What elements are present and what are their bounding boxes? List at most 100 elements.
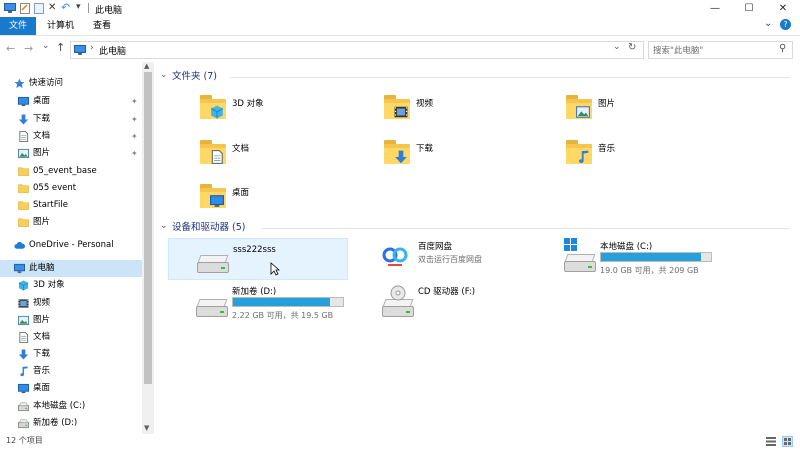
sidebar-item[interactable]: 快速访问 xyxy=(0,75,142,92)
drive-label: 新加卷 (D:) xyxy=(232,287,277,297)
drive-tile[interactable]: sss222sss xyxy=(168,238,348,280)
back-button[interactable]: ← xyxy=(6,42,15,55)
sidebar-item-label: 文档 xyxy=(33,131,51,141)
sidebar-item[interactable]: 本地磁盘 (C:) xyxy=(0,398,142,415)
folders-group-header[interactable]: 文件夹 (7) xyxy=(172,70,217,84)
forward-button[interactable]: → xyxy=(24,42,33,55)
folder-tile[interactable]: 图片 xyxy=(566,93,716,125)
pin-icon[interactable]: ✦ xyxy=(131,93,138,110)
sidebar-item-label: 图片 xyxy=(33,315,51,325)
drive-usage-bar xyxy=(232,297,344,307)
folder-tile[interactable]: 下载 xyxy=(384,138,534,170)
address-bar[interactable]: › 此电脑 ⌄ ↻ xyxy=(70,41,644,59)
sidebar-item[interactable]: 视频 xyxy=(0,295,142,312)
sidebar-item-label: StartFile xyxy=(33,200,68,210)
sidebar-item-label: 下载 xyxy=(33,114,51,124)
cube-icon xyxy=(18,280,29,291)
qat-dropdown-icon[interactable]: ▾ xyxy=(76,2,81,12)
desktop-icon xyxy=(210,194,224,211)
sidebar-item[interactable]: 文档 xyxy=(0,329,142,346)
item-count: 12 个项目 xyxy=(6,436,43,445)
sidebar-item[interactable]: 3D 对象 xyxy=(0,277,142,294)
help-icon[interactable]: ? xyxy=(780,19,791,30)
tab-view[interactable]: 查看 xyxy=(86,17,118,35)
group-collapse-icon[interactable]: ⌄ xyxy=(160,70,168,80)
document-icon xyxy=(18,131,29,142)
folder-label: 音乐 xyxy=(598,144,616,154)
tab-computer[interactable]: 计算机 xyxy=(40,17,81,35)
picture-icon xyxy=(18,315,29,326)
sidebar-item[interactable]: 桌面 xyxy=(0,380,142,397)
properties-icon[interactable] xyxy=(20,3,30,17)
refresh-icon[interactable]: ↻ xyxy=(628,42,636,53)
sidebar-item[interactable]: 图片 ✦ xyxy=(0,145,142,162)
details-view-icon[interactable] xyxy=(766,437,776,451)
address-dropdown-icon[interactable]: ⌄ xyxy=(613,42,621,52)
sidebar-item[interactable]: 新加卷 (D:) xyxy=(0,415,142,432)
download-icon xyxy=(18,114,29,125)
drive-tile[interactable]: CD 驱动器 (F:) xyxy=(382,283,542,323)
folder-label: 视频 xyxy=(416,99,434,109)
folder-icon xyxy=(18,183,29,194)
window-title: 此电脑 xyxy=(95,6,123,16)
group-collapse-icon[interactable]: ⌄ xyxy=(160,221,168,231)
folder-tile[interactable]: 桌面 xyxy=(200,182,350,214)
tab-file[interactable]: 文件 xyxy=(0,17,37,35)
close-button[interactable]: ✕ xyxy=(768,0,798,17)
sidebar-item[interactable]: 055 event xyxy=(0,180,142,197)
sidebar-item[interactable]: 下载 xyxy=(0,346,142,363)
tiles-view-icon[interactable] xyxy=(782,436,793,447)
folder-tile[interactable]: 文档 xyxy=(200,138,350,170)
new-file-icon[interactable] xyxy=(34,3,44,17)
sidebar-item-label: 3D 对象 xyxy=(33,280,65,290)
sidebar-item[interactable]: OneDrive - Personal xyxy=(0,237,142,254)
sidebar-item-label: 图片 xyxy=(33,148,51,158)
sidebar-item[interactable]: StartFile xyxy=(0,197,142,214)
drive-label: 百度网盘 xyxy=(418,242,453,252)
minimize-button[interactable]: — xyxy=(700,0,730,17)
sidebar-item[interactable]: 文档 ✦ xyxy=(0,128,142,145)
drive-tile[interactable]: 新加卷 (D:) 2.22 GB 可用，共 19.5 GB xyxy=(196,283,356,323)
drive-icon xyxy=(18,401,29,412)
sidebar-item[interactable]: 音乐 xyxy=(0,363,142,380)
delete-icon[interactable]: ✕ xyxy=(48,2,56,13)
search-icon[interactable]: ⚲ xyxy=(779,43,786,54)
breadcrumb-separator[interactable]: › xyxy=(90,43,94,53)
desktop-icon xyxy=(18,96,29,107)
sidebar-item[interactable]: 此电脑 xyxy=(0,260,142,277)
folder-icon xyxy=(18,166,29,177)
folder-icon xyxy=(18,200,29,211)
music-icon xyxy=(576,150,590,167)
drive-icon xyxy=(197,255,229,273)
search-input[interactable]: 搜索"此电脑" xyxy=(653,44,703,56)
pin-icon[interactable]: ✦ xyxy=(131,111,138,128)
pin-icon[interactable]: ✦ xyxy=(131,145,138,162)
recent-locations-button[interactable]: ⌄ xyxy=(42,41,50,51)
breadcrumb[interactable]: 此电脑 xyxy=(99,44,126,57)
drive-tile[interactable]: 百度网盘 双击运行百度网盘 xyxy=(382,238,542,278)
sidebar-item[interactable]: 图片 xyxy=(0,312,142,329)
folder-tile[interactable]: 音乐 xyxy=(566,138,716,170)
sidebar-item[interactable]: 图片 xyxy=(0,214,142,231)
sidebar-item-label: 此电脑 xyxy=(29,263,55,273)
sidebar-item[interactable]: 05_event_base xyxy=(0,163,142,180)
drive-tile[interactable]: 本地磁盘 (C:) 19.0 GB 可用，共 209 GB xyxy=(564,238,724,278)
folder-tile[interactable]: 视频 xyxy=(384,93,534,125)
up-button[interactable]: ↑ xyxy=(56,41,65,54)
cloud-icon xyxy=(14,240,26,251)
sidebar-item[interactable]: 桌面 ✦ xyxy=(0,93,142,110)
folder-tile[interactable]: 3D 对象 xyxy=(200,93,350,125)
ribbon-collapse-icon[interactable]: ⌄ xyxy=(764,18,772,29)
sidebar-item-label: 音乐 xyxy=(33,366,51,376)
scroll-up-arrow[interactable]: ▲ xyxy=(144,62,149,70)
devices-group-header[interactable]: 设备和驱动器 (5) xyxy=(172,221,245,235)
desktop-icon xyxy=(18,383,29,394)
maximize-button[interactable]: ☐ xyxy=(734,0,764,17)
scroll-down-arrow[interactable]: ▼ xyxy=(144,424,149,432)
sidebar-item[interactable]: 下载 ✦ xyxy=(0,111,142,128)
pin-icon[interactable]: ✦ xyxy=(131,128,138,145)
search-box[interactable]: 搜索"此电脑" ⚲ xyxy=(648,41,793,59)
nav-scroll-thumb[interactable] xyxy=(144,72,152,384)
sidebar-item-label: 视频 xyxy=(33,298,51,308)
undo-icon[interactable]: ↶ xyxy=(61,1,70,14)
